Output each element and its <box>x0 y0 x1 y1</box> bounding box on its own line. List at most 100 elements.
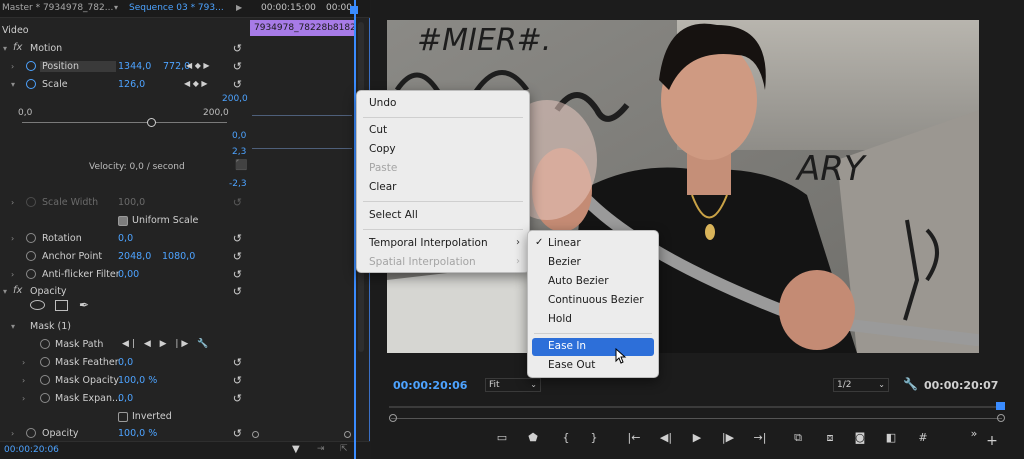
extract-icon[interactable]: ⧈ <box>821 431 839 445</box>
menu-item-clear[interactable]: Clear <box>357 179 529 197</box>
timeline-zoom-scrollbar[interactable] <box>252 431 352 438</box>
expand-triangle-icon[interactable]: › <box>11 198 14 207</box>
camera-icon[interactable]: ◙ <box>851 431 869 444</box>
chevron-down-icon[interactable]: ▾ <box>114 3 118 12</box>
position-x-value[interactable]: 1344,0 <box>118 61 151 72</box>
reset-icon[interactable]: ↺ <box>233 42 242 55</box>
export-icon[interactable]: ⇱ <box>340 444 348 454</box>
reset-icon[interactable]: ↺ <box>233 250 242 263</box>
anti-flicker-value[interactable]: 0,00 <box>118 269 139 280</box>
reset-icon[interactable]: ↺ <box>233 427 242 440</box>
tab-master[interactable]: Master * 7934978_782... <box>2 3 113 13</box>
play-icon[interactable]: ▶ <box>688 431 706 444</box>
step-forward-icon[interactable]: |▶ <box>719 431 737 444</box>
playhead-handle[interactable] <box>350 6 358 14</box>
mask-tracking-icon[interactable]: ◀| ◀ ▶ |▶ 🔧 <box>122 339 211 349</box>
anchor-y-value[interactable]: 1080,0 <box>162 251 195 262</box>
submenu-item-linear[interactable]: ✓ Linear <box>528 235 658 253</box>
reset-icon[interactable]: ↺ <box>233 268 242 281</box>
stopwatch-icon[interactable] <box>26 428 36 438</box>
menu-item-cut[interactable]: Cut <box>357 122 529 140</box>
menu-item-undo[interactable]: Undo <box>357 95 529 113</box>
reset-icon[interactable]: ↺ <box>233 60 242 73</box>
step-back-icon[interactable]: ◀| <box>657 431 675 444</box>
keyframe-nav-icon[interactable]: ◀ ◆ ▶ <box>184 79 208 88</box>
fx-icon[interactable]: fx <box>13 42 22 53</box>
playhead-timecode[interactable]: 00:00:20:06 <box>393 379 467 392</box>
rectangle-mask-icon[interactable] <box>55 300 68 311</box>
marker-icon[interactable]: ⬟ <box>524 431 542 444</box>
zoom-handle-left[interactable] <box>252 431 259 438</box>
playback-resolution-select[interactable]: 1/2 ⌄ <box>833 378 889 392</box>
expand-triangle-icon[interactable]: › <box>22 358 25 367</box>
ellipse-mask-icon[interactable] <box>30 300 45 310</box>
stopwatch-icon[interactable] <box>26 79 36 89</box>
menu-item-select-all[interactable]: Select All <box>357 207 529 225</box>
play-icon[interactable]: ▶ <box>236 3 242 12</box>
rotation-value[interactable]: 0,0 <box>118 233 133 244</box>
collapse-triangle-icon[interactable]: ▾ <box>3 287 7 296</box>
mask-feather-value[interactable]: 0,0 <box>118 357 133 368</box>
ripple-icon[interactable]: ⇥ <box>317 444 325 454</box>
inverted-checkbox[interactable] <box>118 412 128 422</box>
lift-icon[interactable]: ⧉ <box>789 431 807 445</box>
expand-triangle-icon[interactable]: › <box>22 394 25 403</box>
menu-item-copy[interactable]: Copy <box>357 141 529 159</box>
stopwatch-icon[interactable] <box>40 357 50 367</box>
stopwatch-icon[interactable] <box>40 393 50 403</box>
reset-icon[interactable]: ↺ <box>233 374 242 387</box>
collapse-triangle-icon[interactable]: ▾ <box>3 44 7 53</box>
scrub-bar[interactable] <box>391 418 1002 419</box>
scale-slider-track[interactable] <box>22 122 227 123</box>
stopwatch-icon[interactable] <box>26 61 36 71</box>
more-controls-icon[interactable]: » <box>965 427 983 440</box>
submenu-item-auto-bezier[interactable]: Auto Bezier <box>528 273 658 291</box>
scrub-end-handle[interactable] <box>997 414 1005 422</box>
wrench-icon[interactable]: 🔧 <box>903 377 918 391</box>
reset-icon[interactable]: ↺ <box>233 232 242 245</box>
submenu-item-ease-out[interactable]: Ease Out <box>528 357 658 375</box>
mark-out-icon[interactable]: } <box>585 431 603 444</box>
stopwatch-icon[interactable] <box>40 375 50 385</box>
stopwatch-icon[interactable] <box>26 251 36 261</box>
expand-triangle-icon[interactable]: › <box>11 62 14 71</box>
expand-triangle-icon[interactable]: › <box>11 270 14 279</box>
anchor-x-value[interactable]: 2048,0 <box>118 251 151 262</box>
go-to-out-icon[interactable]: →| <box>751 431 769 444</box>
collapse-triangle-icon[interactable]: ▾ <box>11 322 15 331</box>
go-to-in-icon[interactable]: |← <box>625 431 643 444</box>
mask-opacity-value[interactable]: 100,0 % <box>118 375 157 386</box>
add-button-icon[interactable]: + <box>983 433 1001 449</box>
submenu-item-hold[interactable]: Hold <box>528 311 658 329</box>
opacity-effect-row[interactable]: ▾ fx Opacity ↺ <box>0 283 250 301</box>
scrub-start-handle[interactable] <box>389 414 397 422</box>
safe-margins-icon[interactable]: ▭ <box>493 431 511 444</box>
expand-triangle-icon[interactable]: › <box>11 234 14 243</box>
stopwatch-icon[interactable] <box>26 233 36 243</box>
collapse-triangle-icon[interactable]: ▾ <box>11 80 15 89</box>
opacity-value[interactable]: 100,0 % <box>118 428 157 439</box>
mask-expansion-value[interactable]: 0,0 <box>118 393 133 404</box>
stopwatch-icon[interactable] <box>26 269 36 279</box>
comparison-view-icon[interactable]: ◧ <box>882 431 900 444</box>
keyframe-nav-icon[interactable]: ◀ ◆ ▶ <box>186 61 210 70</box>
mask-row[interactable]: ▾ Mask (1) <box>0 318 250 336</box>
pen-tool-icon[interactable]: ✒ <box>79 298 89 312</box>
scale-value[interactable]: 126,0 <box>118 79 145 90</box>
fx-icon[interactable]: fx <box>13 285 22 296</box>
monitor-playhead[interactable] <box>996 402 1005 410</box>
current-timecode[interactable]: 00:00:20:06 <box>4 445 59 455</box>
submenu-item-continuous-bezier[interactable]: Continuous Bezier <box>528 292 658 310</box>
zoom-handle-right[interactable] <box>344 431 351 438</box>
grid-icon[interactable]: # <box>914 431 932 444</box>
mark-in-icon[interactable]: { <box>557 431 575 444</box>
scale-slider-handle[interactable] <box>147 118 156 127</box>
zoom-level-select[interactable]: Fit ⌄ <box>485 378 541 392</box>
reset-icon[interactable]: ↺ <box>233 356 242 369</box>
reset-icon[interactable]: ↺ <box>233 392 242 405</box>
uniform-scale-checkbox[interactable] <box>118 216 128 226</box>
reset-icon[interactable]: ↺ <box>233 78 242 91</box>
submenu-item-ease-in[interactable]: Ease In <box>532 338 654 356</box>
reset-icon[interactable]: ↺ <box>233 285 242 298</box>
graph-toggle-icon[interactable]: ⬛ <box>235 160 247 171</box>
